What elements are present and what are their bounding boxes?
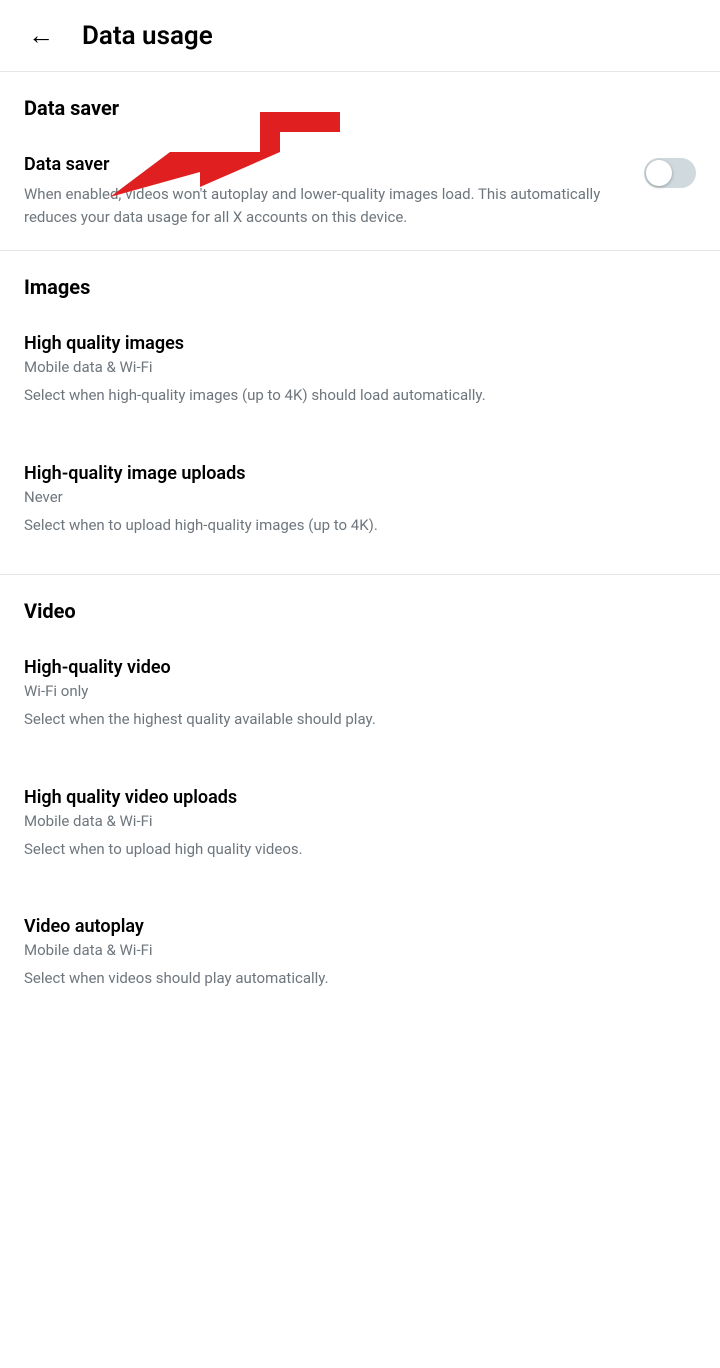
- settings-container: Data saver Data saver When enabled, videos…: [0, 72, 720, 1028]
- toggle-wrapper-data-saver-toggle: [644, 154, 696, 188]
- section-header-data-saver: Data saver: [24, 96, 696, 120]
- setting-subtitle-high-quality-video: Wi-Fi only: [24, 682, 696, 700]
- toggle-data-saver-toggle[interactable]: [644, 158, 696, 188]
- setting-subtitle-high-quality-video-uploads: Mobile data & Wi-Fi: [24, 812, 696, 830]
- section-header-video: Video: [24, 599, 696, 623]
- setting-subtitle-video-autoplay: Mobile data & Wi-Fi: [24, 941, 696, 959]
- setting-row-high-quality-video[interactable]: High-quality video Wi-Fi only Select when …: [24, 639, 696, 769]
- setting-description-data-saver-toggle: When enabled, videos won't autoplay and …: [24, 183, 628, 228]
- back-button[interactable]: ←: [20, 16, 62, 55]
- setting-description-high-quality-video: Select when the highest quality availabl…: [24, 708, 696, 731]
- section-header-images: Images: [24, 275, 696, 299]
- section-video: Video High-quality video Wi-Fi only Select …: [0, 575, 720, 1028]
- setting-row-high-quality-images[interactable]: High quality images Mobile data & Wi-Fi Se…: [24, 315, 696, 445]
- setting-description-high-quality-image-uploads: Select when to upload high-quality image…: [24, 514, 696, 537]
- setting-row-data-saver-toggle[interactable]: Data saver When enabled, videos won't aut…: [24, 136, 696, 250]
- setting-title-high-quality-video-uploads: High quality video uploads: [24, 787, 696, 808]
- setting-title-video-autoplay: Video autoplay: [24, 916, 696, 937]
- setting-description-high-quality-video-uploads: Select when to upload high quality video…: [24, 838, 696, 861]
- toggle-knob-data-saver-toggle: [646, 160, 672, 186]
- setting-row-high-quality-image-uploads[interactable]: High-quality image uploads Never Select wh…: [24, 445, 696, 575]
- setting-subtitle-high-quality-image-uploads: Never: [24, 488, 696, 506]
- setting-description-high-quality-images: Select when high-quality images (up to 4…: [24, 384, 696, 407]
- setting-title-high-quality-video: High-quality video: [24, 657, 696, 678]
- setting-title-high-quality-images: High quality images: [24, 333, 696, 354]
- setting-subtitle-high-quality-images: Mobile data & Wi-Fi: [24, 358, 696, 376]
- section-images: Images High quality images Mobile data & W…: [0, 251, 720, 575]
- setting-title-data-saver-toggle: Data saver: [24, 154, 628, 175]
- section-data-saver: Data saver Data saver When enabled, videos…: [0, 72, 720, 251]
- page-header: ← Data usage: [0, 0, 720, 72]
- setting-row-high-quality-video-uploads[interactable]: High quality video uploads Mobile data & …: [24, 769, 696, 899]
- setting-content-data-saver-toggle: Data saver When enabled, videos won't aut…: [24, 154, 644, 232]
- setting-description-video-autoplay: Select when videos should play automatic…: [24, 967, 696, 990]
- setting-row-video-autoplay[interactable]: Video autoplay Mobile data & Wi-Fi Select …: [24, 898, 696, 1028]
- page-title: Data usage: [82, 21, 213, 51]
- setting-title-high-quality-image-uploads: High-quality image uploads: [24, 463, 696, 484]
